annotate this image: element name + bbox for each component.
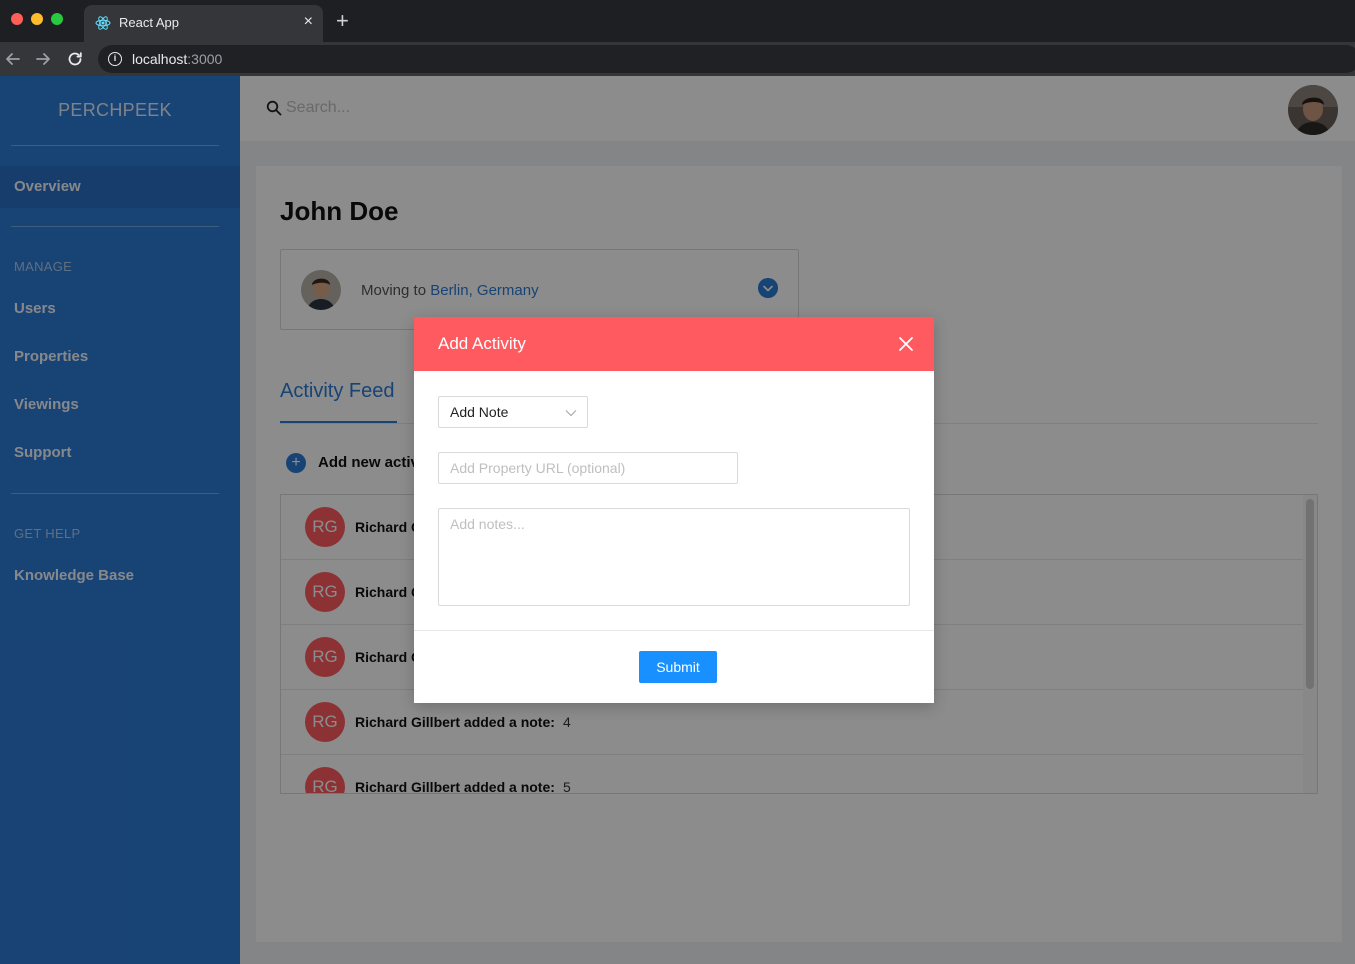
tab-close-icon[interactable]: × [304, 13, 313, 31]
new-tab-button[interactable]: + [336, 9, 349, 33]
reload-icon[interactable] [64, 48, 86, 70]
modal-title: Add Activity [438, 334, 526, 353]
minimize-window-button[interactable] [31, 13, 43, 25]
submit-button[interactable]: Submit [639, 651, 717, 683]
activity-type-value: Add Note [450, 404, 509, 420]
close-icon[interactable] [896, 334, 916, 354]
chevron-down-icon [565, 410, 577, 417]
site-info-icon[interactable]: i [108, 52, 122, 66]
url-host: localhost [132, 51, 188, 67]
modal-header: Add Activity [414, 317, 934, 371]
notes-textarea[interactable] [438, 508, 910, 606]
browser-tab-bar: React App × + [0, 0, 1355, 42]
close-window-button[interactable] [11, 13, 23, 25]
back-arrow-icon[interactable] [2, 48, 24, 70]
app-viewport: PERCHPEEK Overview MANAGE Users Properti… [0, 76, 1355, 964]
url-text: localhost:3000 [132, 51, 222, 67]
tab-title: React App [119, 15, 179, 30]
add-activity-modal: Add Activity Add Note Submit [414, 317, 934, 703]
browser-tab[interactable]: React App × [84, 5, 323, 42]
maximize-window-button[interactable] [51, 13, 63, 25]
browser-toolbar: i localhost:3000 [0, 42, 1355, 76]
modal-footer-divider [414, 630, 934, 631]
activity-type-select[interactable]: Add Note [438, 396, 588, 428]
url-port: :3000 [187, 51, 223, 67]
address-bar[interactable]: i localhost:3000 [98, 45, 1355, 73]
react-icon [95, 16, 111, 30]
forward-arrow-icon[interactable] [32, 48, 54, 70]
property-url-input[interactable] [438, 452, 738, 484]
